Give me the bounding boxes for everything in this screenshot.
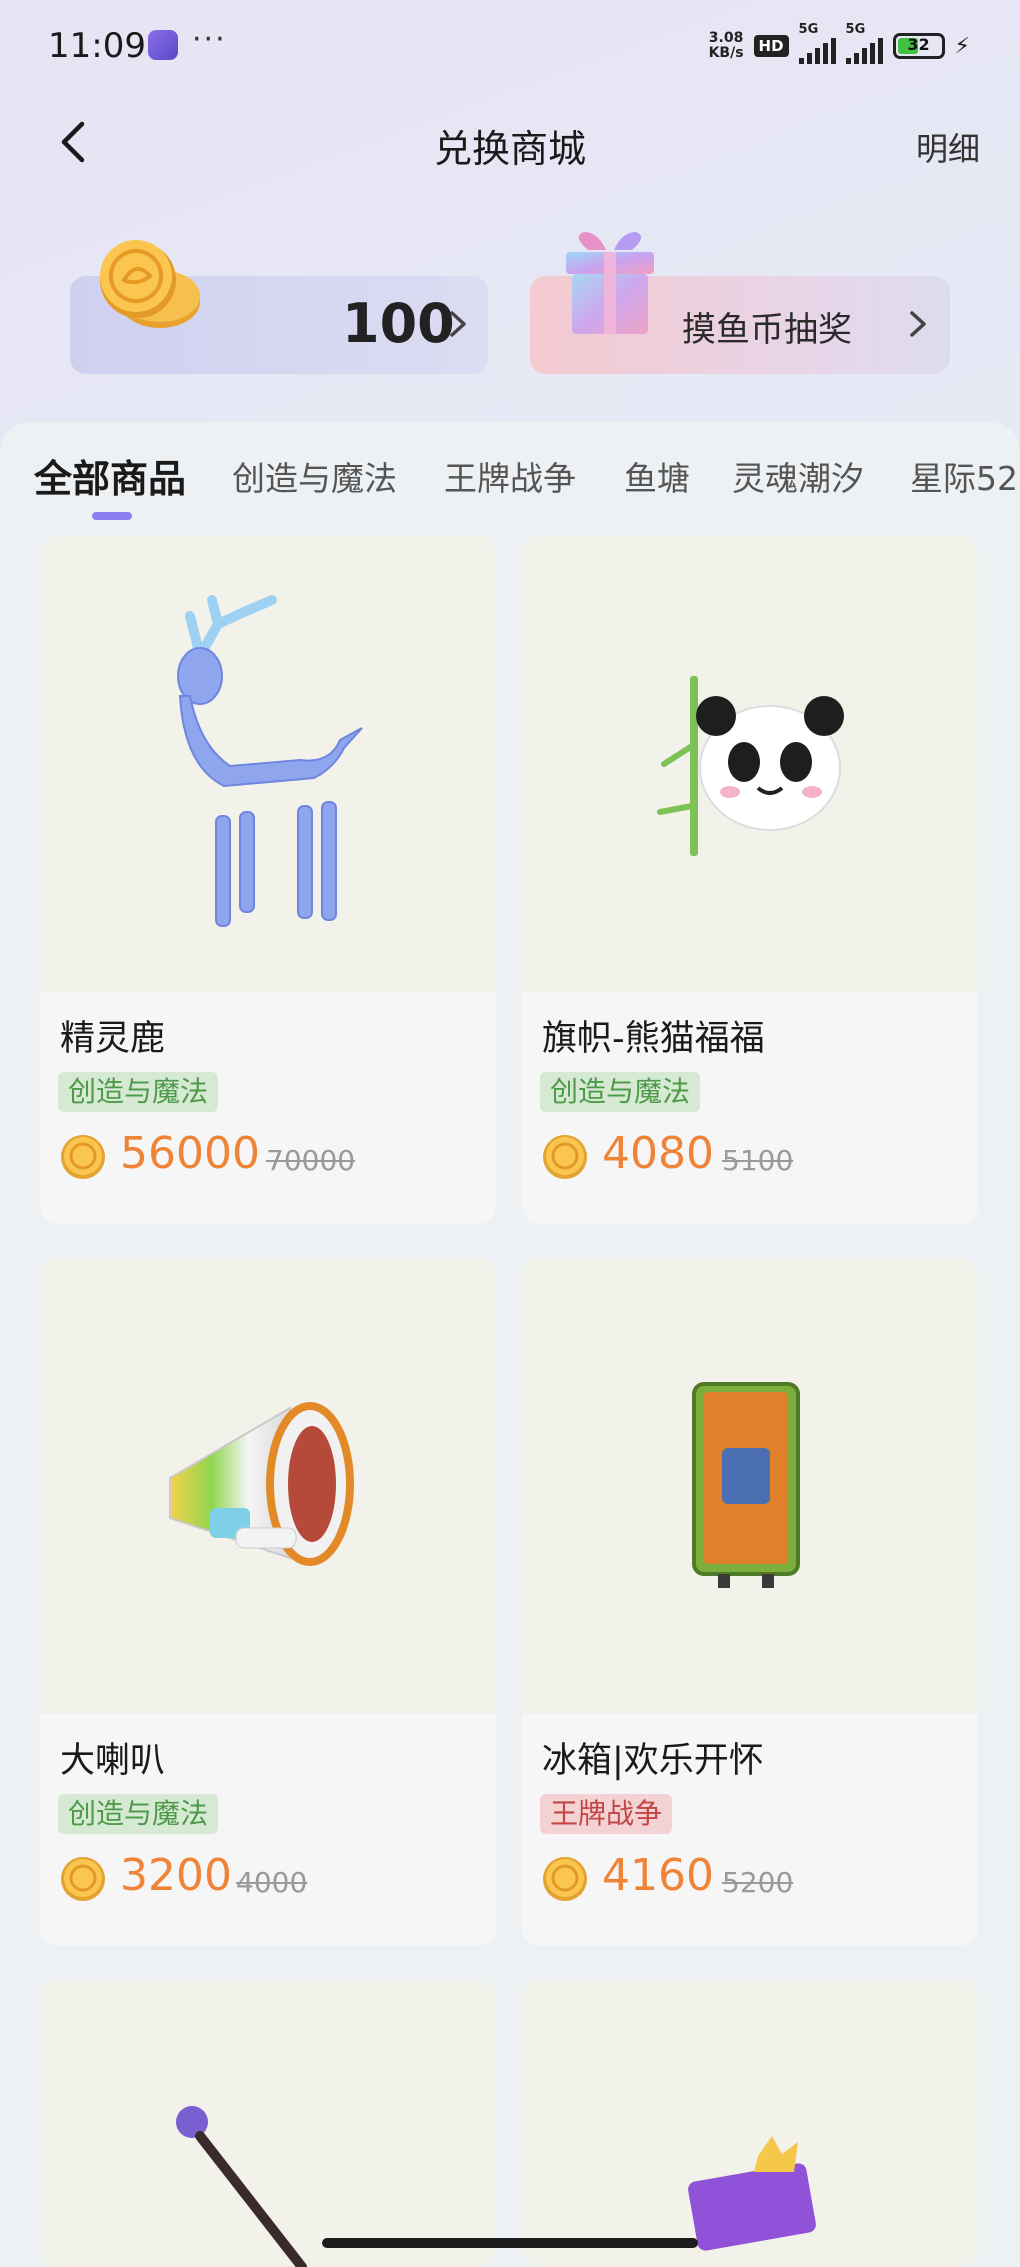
coin-icon: [61, 1135, 105, 1179]
product-price: 3200: [120, 1850, 232, 1901]
product-original-price: 4000: [236, 1866, 308, 1899]
product-image: [522, 1258, 978, 1714]
product-name: 冰箱|欢乐开怀: [542, 1741, 764, 1781]
product-image: [40, 1980, 496, 2267]
product-price: 4080: [602, 1128, 714, 1179]
product-card[interactable]: 精灵鹿 创造与魔法 56000 70000: [40, 536, 496, 1224]
product-image: [522, 1980, 978, 2267]
megaphone-image: [169, 1402, 354, 1566]
product-image: [522, 536, 978, 992]
product-tag: 创造与魔法: [58, 1072, 219, 1112]
product-card[interactable]: [522, 1980, 978, 2267]
active-tab-indicator: [92, 512, 132, 520]
status-bar: 11:09 ··· 3.08 KB/s HD 5G 5G 32 ⚡: [0, 0, 1020, 92]
home-indicator[interactable]: [322, 2238, 698, 2248]
coin-balance-value: 100: [342, 292, 455, 355]
tab-create-magic[interactable]: 创造与魔法: [232, 452, 397, 500]
charging-icon: ⚡: [954, 33, 970, 59]
coin-icon: [543, 1857, 587, 1901]
product-tag: 创造与魔法: [58, 1794, 219, 1834]
tab-fish-pond[interactable]: 鱼塘: [624, 452, 690, 500]
product-name: 旗帜-熊猫福福: [542, 1019, 765, 1059]
hd-badge: HD: [753, 35, 789, 57]
signal-icon-2: 5G: [845, 22, 883, 64]
tab-star-52[interactable]: 星际52: [910, 452, 1018, 500]
app-notification-icon: [148, 30, 178, 60]
product-tag: 王牌战争: [540, 1794, 673, 1834]
gift-box-icon: [566, 232, 654, 334]
product-card[interactable]: [40, 1980, 496, 2267]
product-original-price: 5100: [722, 1144, 794, 1177]
chevron-right-icon: [450, 311, 466, 337]
detail-link[interactable]: 明细: [916, 124, 980, 170]
product-tag: 创造与魔法: [540, 1072, 701, 1112]
battery-icon: 32: [892, 33, 945, 59]
product-card[interactable]: 大喇叭 创造与魔法 3200 4000: [40, 1258, 496, 1946]
product-image: [40, 1258, 496, 1714]
product-image: [40, 536, 496, 992]
more-notifications-icon: ···: [192, 22, 227, 57]
lottery-label: 摸鱼币抽奖: [682, 310, 852, 350]
product-original-price: 5200: [722, 1866, 794, 1899]
magic-staff-image: [176, 2106, 307, 2267]
coin-stack-icon: [100, 240, 200, 328]
signal-icon: 5G: [798, 22, 836, 64]
coin-icon: [543, 1135, 587, 1179]
panda-flag-image: [657, 676, 844, 856]
product-card[interactable]: 冰箱|欢乐开怀 王牌战争 4160 5200: [522, 1258, 978, 1946]
tab-ace-war[interactable]: 王牌战争: [444, 452, 576, 500]
page-title: 兑换商城: [433, 127, 586, 171]
product-original-price: 70000: [266, 1144, 356, 1177]
product-price: 56000: [120, 1128, 260, 1179]
product-price: 4160: [602, 1850, 714, 1901]
status-time: 11:09: [48, 26, 146, 66]
fridge-image: [692, 1382, 800, 1588]
product-card[interactable]: 旗帜-熊猫福福 创造与魔法 4080 5100: [522, 536, 978, 1224]
chevron-right-icon: [910, 311, 926, 337]
spirit-deer-image: [177, 595, 363, 927]
product-name: 大喇叭: [60, 1741, 166, 1781]
network-speed: 3.08 KB/s: [708, 30, 744, 61]
tab-soul-tide[interactable]: 灵魂潮汐: [732, 452, 864, 500]
category-tabs: 全部商品 创造与魔法 王牌战争 鱼塘 灵魂潮汐 星际52: [0, 440, 1020, 520]
coin-icon: [61, 1857, 105, 1901]
product-name: 精灵鹿: [60, 1019, 166, 1059]
crown-card-image: [688, 2136, 816, 2251]
tab-all-products[interactable]: 全部商品: [34, 448, 186, 503]
